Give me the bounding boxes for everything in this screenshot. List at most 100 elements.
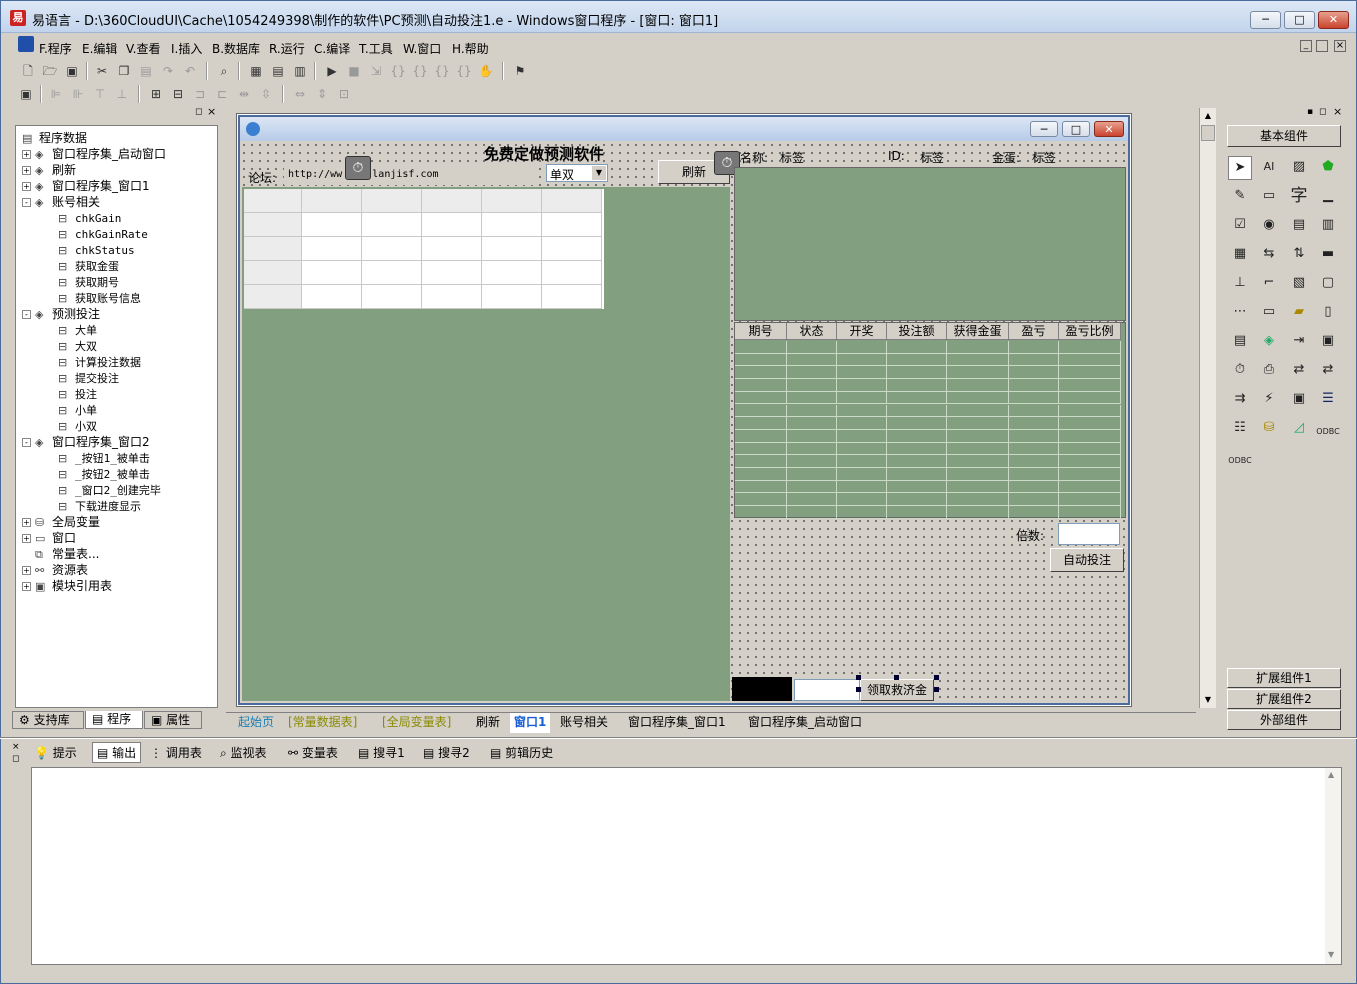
grid-cell[interactable]	[735, 468, 787, 481]
grid-cell[interactable]	[787, 455, 837, 468]
document-icon[interactable]: ▯	[1316, 301, 1340, 325]
grid-cell[interactable]	[1009, 429, 1059, 443]
tree-item[interactable]: + ⚯ 资源表	[22, 562, 88, 578]
grid-cell[interactable]	[1059, 417, 1121, 430]
progress-icon[interactable]: ▬	[1316, 243, 1340, 267]
grid-cell[interactable]	[1059, 493, 1121, 507]
space-v-icon[interactable]: ⇳	[258, 86, 274, 102]
grid-cell[interactable]	[947, 480, 1009, 494]
grid-cell[interactable]	[887, 404, 947, 418]
tab-output[interactable]: ▤ 输出	[92, 742, 142, 763]
grid-cell[interactable]	[1059, 442, 1121, 456]
open-folder-icon[interactable]: 🗁	[42, 63, 58, 79]
grid-cell[interactable]	[947, 468, 1009, 481]
odbc2-icon[interactable]: ODBC	[1228, 446, 1252, 470]
grid-cell[interactable]	[1009, 341, 1059, 354]
listbox-icon[interactable]: ▥	[1316, 214, 1340, 238]
expand-icon[interactable]: +	[22, 166, 31, 175]
font-icon[interactable]: 字	[1287, 185, 1311, 209]
align-left-icon[interactable]: ⊫	[48, 86, 64, 102]
run-icon[interactable]: ▶	[324, 63, 340, 79]
editbox-icon[interactable]: ✎	[1228, 185, 1252, 209]
expand-icon[interactable]: +	[22, 582, 31, 591]
tree-item[interactable]: + ◈ 窗口程序集_窗口1	[22, 178, 150, 194]
grid-cell[interactable]	[947, 391, 1009, 405]
tree-item[interactable]: ⊟ 小单	[58, 402, 97, 418]
scroll-thumb[interactable]	[1201, 125, 1215, 141]
timer-comp-icon[interactable]: ⏱	[1228, 359, 1252, 383]
menu-window[interactable]: W.窗口	[403, 40, 441, 57]
shape-icon[interactable]: ⬟	[1316, 156, 1340, 180]
tab-account[interactable]: 账号相关	[556, 713, 612, 733]
grid-cell[interactable]	[482, 237, 542, 261]
grid-cell[interactable]	[887, 366, 947, 380]
output-splitter[interactable]	[0, 737, 1357, 739]
grid-cell[interactable]	[787, 442, 837, 456]
tab-callstack[interactable]: ⋮ 调用表	[150, 744, 202, 761]
fit-all-icon[interactable]: ⊡	[336, 86, 352, 102]
space-h-icon[interactable]: ⇹	[236, 86, 252, 102]
grid-cell[interactable]	[482, 285, 542, 309]
layout1-icon[interactable]: ▦	[248, 63, 264, 79]
find-icon[interactable]: ⌕	[216, 63, 232, 79]
client-icon[interactable]: ⇉	[1228, 388, 1252, 412]
grid-cell[interactable]	[302, 189, 362, 213]
grid-cell[interactable]	[887, 417, 947, 430]
grid-cell[interactable]	[735, 480, 787, 494]
frame-icon[interactable]: ▣	[1287, 388, 1311, 412]
grid-cell[interactable]	[837, 442, 887, 456]
tree-item[interactable]: ⊟ chkStatus	[58, 242, 135, 258]
tree-item[interactable]: ⊟ 获取账号信息	[58, 290, 141, 306]
multiplier-input[interactable]	[1058, 523, 1120, 545]
column-header[interactable]: 获得金蛋	[947, 323, 1009, 340]
picture-icon[interactable]: ▨	[1287, 156, 1311, 180]
grid-cell[interactable]	[302, 237, 362, 261]
grid-cell[interactable]	[947, 417, 1009, 430]
tree-item[interactable]: ⊟ _按钮2_被单击	[58, 466, 150, 482]
grid-cell[interactable]	[787, 391, 837, 405]
grid-cell[interactable]	[1009, 442, 1059, 456]
grid-cell[interactable]	[787, 468, 837, 481]
tab-winset1[interactable]: 窗口程序集_窗口1	[624, 713, 730, 733]
label-icon[interactable]: AI	[1257, 156, 1281, 180]
grid-cell[interactable]	[244, 285, 302, 309]
tab-clip-history[interactable]: ▤ 剪辑历史	[490, 744, 553, 761]
auto-bet-button[interactable]: 自动投注	[1050, 548, 1124, 572]
layout2-icon[interactable]: ▤	[270, 63, 286, 79]
column-header[interactable]: 开奖	[837, 323, 887, 340]
align-bottom-icon[interactable]: ⊥	[114, 86, 130, 102]
grid-cell[interactable]	[887, 353, 947, 367]
network-icon[interactable]: ◈	[1257, 330, 1281, 354]
panel-restore-icon[interactable]: ◻	[195, 107, 202, 117]
grid-cell[interactable]	[1009, 379, 1059, 392]
grid-cell[interactable]	[244, 261, 302, 285]
step-into-icon[interactable]: {}	[390, 63, 406, 79]
grid-cell[interactable]	[887, 455, 947, 468]
undo-icon[interactable]: ↶	[182, 63, 198, 79]
scroll-down-icon[interactable]: ▼	[1200, 692, 1216, 708]
menu-compile[interactable]: C.编译	[314, 40, 350, 57]
odbc-icon[interactable]: ODBC	[1316, 417, 1340, 441]
tree-item[interactable]: + ◈ 刷新	[22, 162, 76, 178]
dbsource-icon[interactable]: ☷	[1228, 417, 1252, 441]
grid-cell[interactable]	[422, 189, 482, 213]
grid-cell[interactable]	[362, 189, 422, 213]
tree-item[interactable]: ▤ 程序数据	[22, 130, 87, 146]
grid-cell[interactable]	[1059, 341, 1121, 354]
window-comp-icon[interactable]: ▢	[1316, 272, 1340, 296]
scroll-up-icon[interactable]: ▲	[1328, 770, 1334, 779]
expand-icon[interactable]: +	[22, 566, 31, 575]
tree-item[interactable]: - ◈ 预测投注	[22, 306, 100, 322]
same-height-icon[interactable]: ⊏	[214, 86, 230, 102]
layout3-icon[interactable]: ▥	[292, 63, 308, 79]
grid-cell[interactable]	[1059, 353, 1121, 367]
grid-cell[interactable]	[362, 237, 422, 261]
grid-cell[interactable]	[1059, 480, 1121, 494]
grid-cell[interactable]	[735, 417, 787, 430]
tree-item[interactable]: ⊟ 提交投注	[58, 370, 119, 386]
align-right-icon[interactable]: ⊪	[70, 86, 86, 102]
tree-item[interactable]: ⊟ 下载进度显示	[58, 498, 141, 514]
fit-width-icon[interactable]: ⇔	[292, 86, 308, 102]
calendar-icon[interactable]: ▧	[1287, 272, 1311, 296]
grid-cell[interactable]	[1059, 366, 1121, 380]
